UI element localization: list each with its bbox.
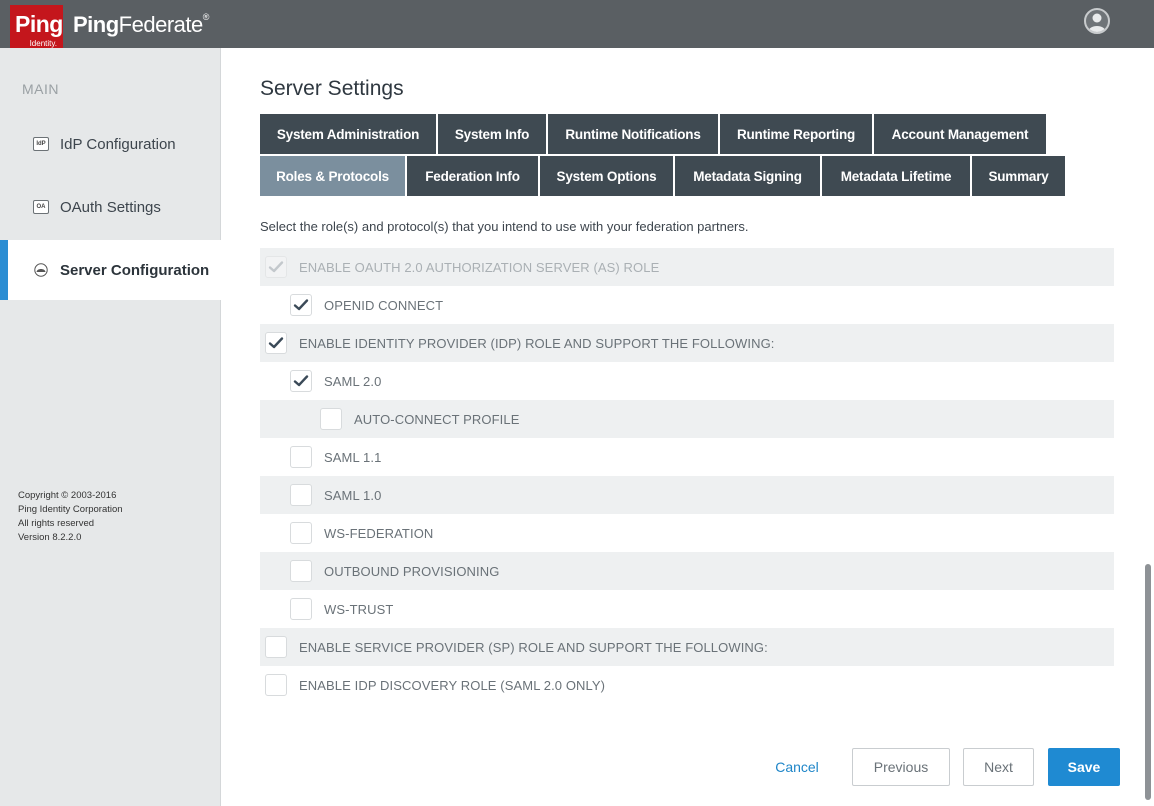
option-label: ENABLE SERVICE PROVIDER (SP) ROLE AND SU… xyxy=(299,639,768,655)
option-label: OUTBOUND PROVISIONING xyxy=(324,563,500,579)
tab-system-info[interactable]: System Info xyxy=(438,114,548,154)
sidebar-section-main: MAIN xyxy=(22,81,59,97)
option-checkbox[interactable] xyxy=(290,522,312,544)
option-checkbox xyxy=(265,256,287,278)
option-row: OPENID CONNECT xyxy=(260,286,1114,324)
tab-row-2: Roles & Protocols Federation Info System… xyxy=(260,156,1067,196)
option-row: SAML 2.0 xyxy=(260,362,1114,400)
tab-system-administration[interactable]: System Administration xyxy=(260,114,438,154)
option-label: ENABLE IDENTITY PROVIDER (IDP) ROLE AND … xyxy=(299,335,775,351)
product-name: PingFederate® xyxy=(73,12,209,37)
option-checkbox[interactable] xyxy=(290,598,312,620)
logo-word: Ping xyxy=(15,11,63,37)
option-label: AUTO-CONNECT PROFILE xyxy=(354,411,520,427)
tab-metadata-signing[interactable]: Metadata Signing xyxy=(675,156,822,196)
cancel-button[interactable]: Cancel xyxy=(765,748,829,786)
option-row: ENABLE OAUTH 2.0 AUTHORIZATION SERVER (A… xyxy=(260,248,1114,286)
option-label: OPENID CONNECT xyxy=(324,297,444,313)
copyright-notice: Copyright © 2003-2016 Ping Identity Corp… xyxy=(18,490,123,543)
top-header: Ping Identity. PingFederate® xyxy=(0,0,1154,51)
tab-runtime-reporting[interactable]: Runtime Reporting xyxy=(720,114,874,154)
option-checkbox[interactable] xyxy=(265,332,287,354)
tab-federation-info[interactable]: Federation Info xyxy=(407,156,540,196)
idp-icon: IdP xyxy=(33,137,49,151)
option-row: ENABLE IDENTITY PROVIDER (IDP) ROLE AND … xyxy=(260,324,1114,362)
save-button[interactable]: Save xyxy=(1048,748,1120,786)
sidebar-item-label: OAuth Settings xyxy=(60,198,161,216)
oauth-icon: OA xyxy=(33,200,49,214)
tab-account-management[interactable]: Account Management xyxy=(874,114,1048,154)
next-button[interactable]: Next xyxy=(963,748,1034,786)
tab-row-1: System Administration System Info Runtim… xyxy=(260,114,1048,154)
option-checkbox[interactable] xyxy=(265,636,287,658)
option-label: SAML 1.0 xyxy=(324,487,382,503)
tab-runtime-notifications[interactable]: Runtime Notifications xyxy=(548,114,720,154)
option-row: ENABLE SERVICE PROVIDER (SP) ROLE AND SU… xyxy=(260,628,1114,666)
logo-sub: Identity. xyxy=(29,39,57,48)
option-label: SAML 2.0 xyxy=(324,373,382,389)
option-row: ENABLE IDP DISCOVERY ROLE (SAML 2.0 ONLY… xyxy=(260,666,1114,704)
option-row: WS-FEDERATION xyxy=(260,514,1114,552)
previous-button[interactable]: Previous xyxy=(852,748,950,786)
option-checkbox[interactable] xyxy=(320,408,342,430)
tab-metadata-lifetime[interactable]: Metadata Lifetime xyxy=(822,156,972,196)
option-checkbox[interactable] xyxy=(290,560,312,582)
page-title: Server Settings xyxy=(260,77,404,100)
option-label: WS-TRUST xyxy=(324,601,394,617)
sidebar: MAIN IdP IdP Configuration OA OAuth Sett… xyxy=(0,48,231,806)
option-checkbox[interactable] xyxy=(290,446,312,468)
vertical-scrollbar[interactable] xyxy=(1145,564,1151,800)
server-icon xyxy=(33,263,49,277)
option-row: SAML 1.1 xyxy=(260,438,1114,476)
sidebar-item-idp-configuration[interactable]: IdP IdP Configuration xyxy=(0,114,221,174)
option-checkbox[interactable] xyxy=(290,370,312,392)
instruction-text: Select the role(s) and protocol(s) that … xyxy=(260,219,749,234)
option-checkbox[interactable] xyxy=(290,484,312,506)
tab-roles-protocols[interactable]: Roles & Protocols xyxy=(260,156,407,196)
option-label: ENABLE IDP DISCOVERY ROLE (SAML 2.0 ONLY… xyxy=(299,677,606,693)
user-avatar-icon[interactable] xyxy=(1084,8,1110,34)
tab-summary[interactable]: Summary xyxy=(972,156,1067,196)
option-row: AUTO-CONNECT PROFILE xyxy=(260,400,1114,438)
option-row: SAML 1.0 xyxy=(260,476,1114,514)
sidebar-item-server-configuration[interactable]: Server Configuration xyxy=(0,240,231,300)
option-label: ENABLE OAUTH 2.0 AUTHORIZATION SERVER (A… xyxy=(299,259,660,275)
option-checkbox[interactable] xyxy=(290,294,312,316)
tab-system-options[interactable]: System Options xyxy=(540,156,675,196)
ping-identity-logo[interactable]: Ping Identity. xyxy=(10,5,63,51)
option-label: SAML 1.1 xyxy=(324,449,382,465)
option-row: WS-TRUST xyxy=(260,590,1114,628)
option-checkbox[interactable] xyxy=(265,674,287,696)
option-label: WS-FEDERATION xyxy=(324,525,434,541)
sidebar-item-label: IdP Configuration xyxy=(60,135,176,153)
sidebar-item-label: Server Configuration xyxy=(60,261,210,279)
sidebar-item-oauth-settings[interactable]: OA OAuth Settings xyxy=(0,177,221,237)
option-row: OUTBOUND PROVISIONING xyxy=(260,552,1114,590)
